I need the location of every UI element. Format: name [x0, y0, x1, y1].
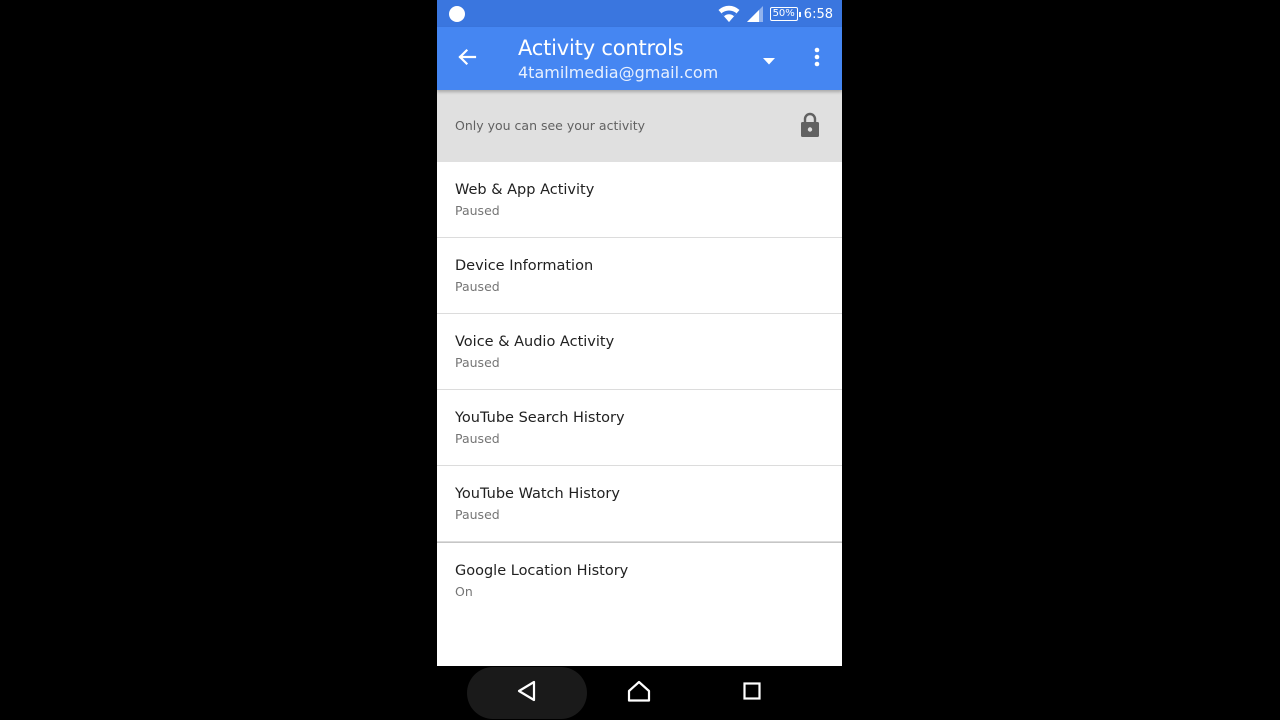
- wifi-icon: [718, 5, 740, 23]
- activity-item-web-app[interactable]: Web & App Activity Paused: [437, 162, 842, 238]
- activity-label: Google Location History: [455, 563, 629, 579]
- activity-status: Paused: [455, 507, 500, 522]
- notification-dot-icon: [449, 6, 465, 22]
- activity-item-device-information[interactable]: Device Information Paused: [437, 238, 842, 314]
- status-indicators: 50% 6:58: [718, 4, 833, 24]
- account-dropdown-button[interactable]: [757, 47, 781, 71]
- activity-item-voice-audio[interactable]: Voice & Audio Activity Paused: [437, 314, 842, 390]
- privacy-banner: Only you can see your activity: [437, 90, 842, 162]
- activity-status: Paused: [455, 431, 500, 446]
- overflow-menu-button[interactable]: [805, 45, 829, 73]
- more-vert-icon: [814, 47, 820, 71]
- nav-recents-button[interactable]: [737, 678, 767, 708]
- activity-status: Paused: [455, 279, 500, 294]
- arrow-back-icon: [457, 47, 477, 71]
- activity-label: Web & App Activity: [455, 182, 595, 198]
- clock: 6:58: [803, 6, 833, 22]
- account-email: 4tamilmedia@gmail.com: [518, 63, 719, 82]
- phone-screen: 50% 6:58 Activity controls 4tamilmedia@g…: [437, 0, 842, 666]
- system-navigation-bar: [437, 666, 842, 720]
- privacy-text: Only you can see your activity: [455, 118, 645, 133]
- activity-label: YouTube Watch History: [455, 486, 620, 502]
- cell-signal-icon: [746, 5, 764, 23]
- square-recents-icon: [743, 682, 761, 704]
- activity-status: On: [455, 584, 473, 599]
- activity-status: Paused: [455, 203, 500, 218]
- nav-home-button[interactable]: [624, 678, 654, 708]
- home-icon: [627, 680, 651, 706]
- activity-item-location-history[interactable]: Google Location History On: [437, 542, 842, 618]
- activity-list: Web & App Activity Paused Device Informa…: [437, 162, 842, 618]
- activity-status: Paused: [455, 355, 500, 370]
- back-button[interactable]: [451, 43, 483, 75]
- status-bar: 50% 6:58: [437, 0, 842, 27]
- app-bar: Activity controls 4tamilmedia@gmail.com: [437, 27, 842, 90]
- triangle-back-icon: [517, 680, 537, 706]
- activity-label: Device Information: [455, 258, 594, 274]
- activity-label: YouTube Search History: [455, 410, 625, 426]
- lock-icon: [800, 112, 820, 142]
- activity-item-youtube-search[interactable]: YouTube Search History Paused: [437, 390, 842, 466]
- activity-item-youtube-watch[interactable]: YouTube Watch History Paused: [437, 466, 842, 542]
- activity-label: Voice & Audio Activity: [455, 334, 615, 350]
- page-title: Activity controls: [518, 36, 684, 60]
- nav-back-button[interactable]: [512, 678, 542, 708]
- battery-indicator: 50%: [769, 7, 802, 21]
- caret-down-icon: [763, 50, 775, 69]
